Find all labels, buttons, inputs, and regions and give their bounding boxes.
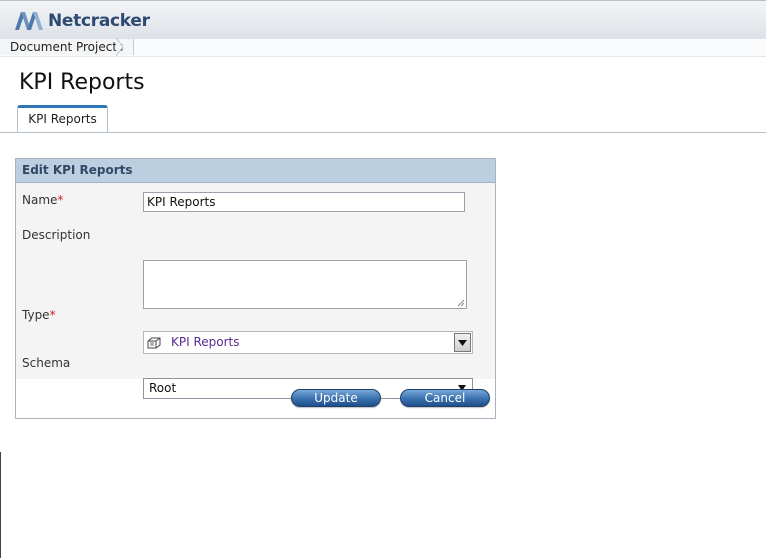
name-label: Name*: [22, 193, 63, 207]
description-label: Description: [22, 228, 91, 242]
edit-kpi-reports-panel: Edit KPI Reports Name* KPI Reports Descr…: [15, 158, 496, 419]
dropdown-arrow-icon: [458, 339, 467, 346]
update-button[interactable]: Update: [291, 389, 381, 407]
required-marker: *: [49, 308, 56, 322]
name-input[interactable]: KPI Reports: [143, 192, 465, 212]
page-title: KPI Reports: [19, 70, 145, 95]
panel-title: Edit KPI Reports: [16, 159, 495, 183]
type-dropdown-button[interactable]: [454, 333, 471, 352]
type-value: KPI Reports: [171, 335, 240, 349]
object-type-icon: [147, 337, 161, 349]
name-label-text: Name: [22, 193, 58, 207]
cancel-button[interactable]: Cancel: [400, 389, 490, 407]
top-header: Netcracker: [0, 0, 766, 40]
description-textarea[interactable]: [143, 260, 467, 309]
brand-name: Netcracker: [48, 11, 150, 31]
tab-strip-divider: [0, 132, 766, 133]
breadcrumb-separator-icon: [115, 38, 124, 56]
type-label-text: Type: [22, 308, 50, 322]
type-selector[interactable]: KPI Reports: [143, 331, 473, 354]
schema-value: Root: [149, 381, 177, 395]
left-edge-divider: [0, 452, 1, 558]
netcracker-logo-icon: [15, 12, 43, 30]
resize-grip-icon[interactable]: [456, 298, 465, 307]
breadcrumb: Document Projects: [0, 38, 766, 57]
schema-label: Schema: [22, 356, 71, 370]
type-label: Type*: [22, 308, 56, 322]
form-body: Name* KPI Reports Description Type* KPI …: [16, 183, 495, 399]
required-marker: *: [57, 193, 64, 207]
brand-logo[interactable]: Netcracker: [14, 10, 150, 32]
tab-kpi-reports[interactable]: KPI Reports: [17, 105, 108, 132]
